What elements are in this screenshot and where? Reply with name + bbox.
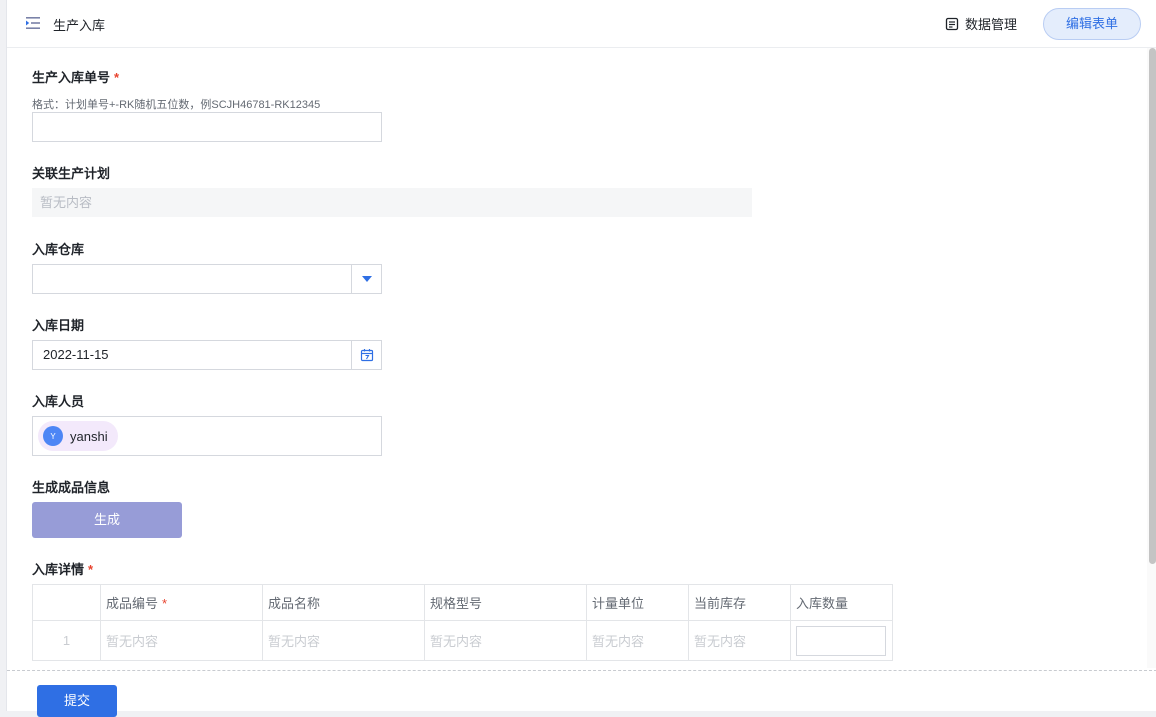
form-content: 生产入库单号 * 格式：计划单号+-RK随机五位数，例SCJH46781-RK12… [7, 48, 1147, 668]
cell-spec: 暂无内容 [424, 620, 587, 661]
column-header-index [32, 584, 101, 621]
cell-stock: 暂无内容 [688, 620, 791, 661]
details-table: 成品编号 * 成品名称 规格型号 计量单位 当前库存 入库数量 1 暂无内容 暂无… [32, 584, 893, 661]
edit-form-button[interactable]: 编辑表单 [1043, 8, 1141, 40]
date-picker-trigger[interactable] [351, 341, 381, 369]
staff-label: 入库人员 [32, 394, 85, 409]
data-management-link[interactable]: 数据管理 [945, 14, 1017, 33]
order-no-label-text: 生产入库单号 [32, 70, 111, 85]
calendar-icon [360, 349, 373, 362]
warehouse-select[interactable] [32, 264, 382, 294]
column-header-quantity: 入库数量 [790, 584, 893, 621]
page-title: 生产入库 [53, 18, 106, 33]
member-name: yanshi [70, 428, 108, 444]
column-header-unit: 计量单位 [586, 584, 689, 621]
order-no-label: 生产入库单号 * [32, 67, 119, 86]
column-header-stock: 当前库存 [688, 584, 791, 621]
page-header: 生产入库 数据管理 编辑表单 [7, 0, 1156, 48]
required-mark: * [88, 562, 94, 577]
related-plan-label: 关联生产计划 [32, 166, 111, 181]
details-label-text: 入库详情 [32, 562, 85, 577]
date-picker[interactable]: 2022-11-15 [32, 340, 382, 370]
generate-button[interactable]: 生成 [32, 502, 182, 538]
generate-label: 生成成品信息 [32, 480, 111, 495]
cell-product-code[interactable]: 暂无内容 [100, 620, 263, 661]
required-mark: * [162, 596, 168, 611]
menu-collapse-icon[interactable] [25, 15, 41, 31]
cell-quantity [790, 620, 893, 661]
table-header-row: 成品编号 * 成品名称 规格型号 计量单位 当前库存 入库数量 [32, 584, 893, 621]
column-header-product-code: 成品编号 * [100, 584, 263, 621]
document-icon [945, 17, 959, 30]
details-label: 入库详情 * [32, 559, 93, 578]
order-no-input[interactable] [32, 112, 382, 142]
row-index: 1 [32, 620, 101, 661]
submit-button[interactable]: 提交 [37, 685, 117, 717]
data-management-label: 数据管理 [965, 17, 1018, 32]
dropdown-arrow[interactable] [351, 265, 381, 293]
related-plan-field: 暂无内容 [32, 188, 752, 217]
order-no-hint: 格式：计划单号+-RK随机五位数，例SCJH46781-RK12345 [32, 99, 321, 111]
warehouse-label: 入库仓库 [32, 242, 85, 257]
avatar: Y [43, 426, 63, 446]
table-row: 1 暂无内容 暂无内容 暂无内容 暂无内容 暂无内容 [32, 620, 893, 661]
cell-unit: 暂无内容 [586, 620, 689, 661]
date-label: 入库日期 [32, 318, 85, 333]
column-header-text: 成品编号 [106, 596, 159, 611]
caret-down-icon [361, 276, 372, 282]
cell-product-name: 暂无内容 [262, 620, 425, 661]
staff-field[interactable]: Y yanshi [32, 416, 382, 456]
quantity-input[interactable] [796, 625, 886, 656]
column-header-spec: 规格型号 [424, 584, 587, 621]
date-value: 2022-11-15 [43, 347, 109, 362]
member-tag[interactable]: Y yanshi [38, 421, 118, 451]
footer-divider [7, 670, 1156, 671]
scrollbar-thumb[interactable] [1149, 48, 1156, 564]
required-mark: * [114, 70, 120, 85]
form-page: 生产入库 数据管理 编辑表单 生产入库单号 * 格式：计划单号+-RK随机五位数，… [6, 0, 1156, 717]
column-header-product-name: 成品名称 [262, 584, 425, 621]
